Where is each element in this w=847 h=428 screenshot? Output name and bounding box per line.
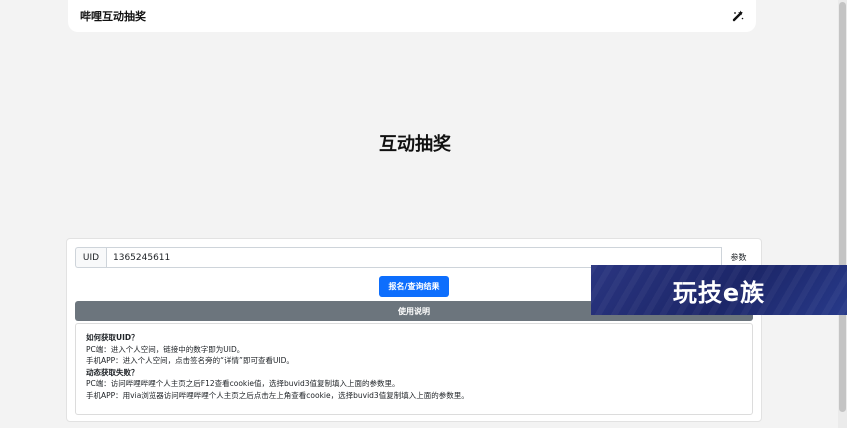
watermark-text: 玩技e族 — [672, 278, 766, 307]
help-line-pc-uid: PC端：进入个人空间，链接中的数字即为UID。 — [86, 344, 245, 354]
watermark-logo: 玩技e族 — [591, 265, 847, 315]
help-line-app-uid: 手机APP：进入个人空间，点击签名旁的“详情”即可查看UID。 — [86, 356, 294, 366]
brand-title[interactable]: 哔哩互动抽奖 — [80, 8, 146, 24]
submit-query-button[interactable]: 报名/查询结果 — [379, 276, 449, 297]
page-scrollbar[interactable] — [838, 0, 847, 428]
scrollbar-thumb[interactable] — [839, 2, 846, 412]
top-navbar: 哔哩互动抽奖 — [68, 0, 756, 32]
uid-label: UID — [75, 247, 106, 268]
help-heading-uid: 如何获取UID？ — [86, 333, 139, 342]
help-line-app-cookie: 手机APP：用via浏览器访问哔哩哔哩个人主页之后点击左上角查看cookie，选… — [86, 390, 469, 400]
help-line-pc-cookie: PC端：访问哔哩哔哩个人主页之后F12查看cookie值，选择buvid3值复制… — [86, 379, 400, 389]
help-heading-failure: 动态获取失败？ — [86, 367, 139, 377]
page-title: 互动抽奖 — [379, 134, 451, 155]
magic-wand-icon[interactable] — [730, 8, 746, 24]
help-panel: 如何获取UID？ PC端：进入个人空间，链接中的数字即为UID。 手机APP：进… — [75, 323, 753, 415]
